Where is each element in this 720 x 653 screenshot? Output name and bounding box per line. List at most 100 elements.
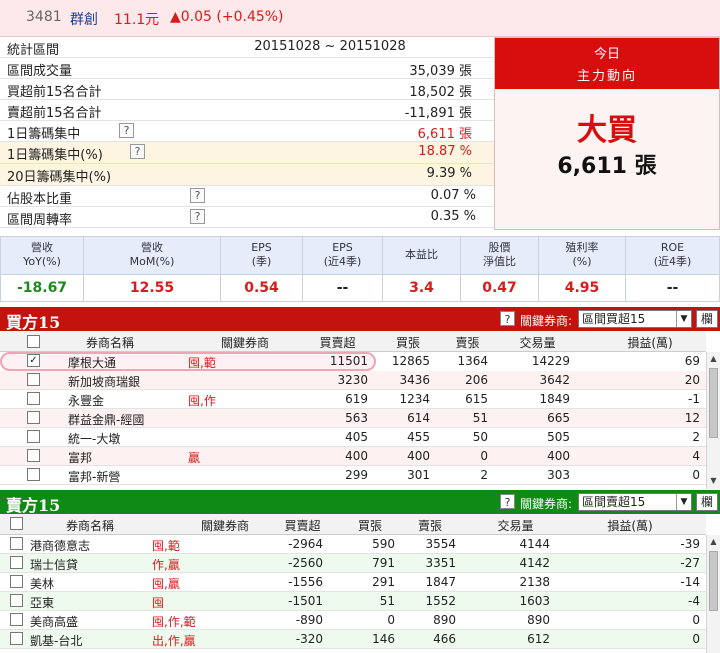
col-sell[interactable]: 賣張 (440, 334, 495, 351)
broker-name[interactable]: 富邦-新營 (68, 468, 120, 485)
col-net[interactable]: 買賣超 (300, 334, 375, 351)
profit-loss-value: -4 (688, 594, 700, 608)
main-force-direction-panel: 今日 主力動向 大買 6,611 張 (494, 37, 720, 230)
broker-name[interactable]: 統一-大墩 (68, 430, 120, 447)
column-settings-button[interactable]: 欄 (696, 310, 718, 328)
col-sell[interactable]: 賣張 (400, 517, 460, 534)
broker-name[interactable]: 凱基-台北 (30, 632, 82, 649)
metric-label: 本益比 (405, 248, 438, 261)
table-row[interactable]: 新加坡商瑞銀 3230 3436 206 3642 20 (0, 371, 706, 390)
row-checkbox[interactable] (10, 594, 23, 607)
metric-label: 營收 (31, 241, 53, 254)
table-row[interactable]: 凱基-台北 出,作,贏 -320 146 466 612 0 (0, 630, 706, 649)
help-icon[interactable]: ? (119, 123, 134, 138)
sell-value: 1847 (425, 575, 456, 589)
col-buy[interactable]: 買張 (340, 517, 400, 534)
select-all-checkbox[interactable] (27, 335, 40, 348)
col-broker[interactable]: 券商名稱 (40, 517, 140, 534)
help-icon[interactable]: ? (130, 144, 145, 159)
key-broker-tags: 囤 (152, 596, 165, 610)
table-row[interactable]: 美商高盛 囤,作,範 -890 0 890 890 0 (0, 611, 706, 630)
volume-value: 612 (527, 632, 550, 646)
broker-name[interactable]: 瑞士信貸 (30, 556, 78, 573)
table-row[interactable]: 富邦 贏 400 400 0 400 4 (0, 447, 706, 466)
sell-value: 0 (480, 449, 488, 463)
volume-value: 890 (527, 613, 550, 627)
buy-value: 1234 (399, 392, 430, 406)
scroll-thumb[interactable] (709, 368, 718, 438)
sell-value: 466 (433, 632, 456, 646)
help-icon[interactable]: ? (190, 188, 205, 203)
direction-title: 主力動向 (576, 69, 637, 84)
row-checkbox[interactable] (10, 632, 23, 645)
row-checkbox[interactable] (10, 613, 23, 626)
sell-range-select[interactable]: 區間賣超15 ▼ (578, 493, 692, 511)
volume-value: 665 (547, 411, 570, 425)
volume-value: 1603 (519, 594, 550, 608)
row-checkbox[interactable] (27, 373, 40, 386)
col-net[interactable]: 買賣超 (265, 517, 340, 534)
chevron-down-icon[interactable]: ▼ (676, 494, 691, 510)
table-row[interactable]: 群益金鼎-經國 563 614 51 665 12 (0, 409, 706, 428)
scroll-up-icon[interactable]: ▲ (707, 352, 720, 366)
stats-label: 1日籌碼集中(%) (7, 148, 103, 163)
col-buy[interactable]: 買張 (378, 334, 438, 351)
buy-scrollbar[interactable]: ▲ ▼ (706, 352, 720, 489)
metric-pb-ratio: 股價 淨值比 0.47 (461, 237, 539, 301)
scroll-thumb[interactable] (709, 551, 718, 611)
broker-name[interactable]: 摩根大通 (68, 354, 116, 371)
help-icon[interactable]: ? (500, 311, 515, 326)
broker-name[interactable]: 群益金鼎-經國 (68, 411, 144, 428)
stats-label: 買超前15名合計 (7, 85, 102, 100)
table-row[interactable]: ✓ 摩根大通 囤,範 11501 12865 1364 14229 69 (0, 352, 700, 371)
broker-name[interactable]: 美林 (30, 575, 54, 592)
col-profit-loss[interactable]: 損益(萬) (600, 334, 700, 351)
col-profit-loss[interactable]: 損益(萬) (580, 517, 680, 534)
key-broker-tags: 出,作,贏 (152, 634, 196, 648)
stats-row: 區間成交量 35,039 張 (0, 58, 494, 79)
chevron-down-icon[interactable]: ▼ (676, 311, 691, 327)
direction-today: 今日 (593, 47, 620, 62)
table-row[interactable]: 富邦-新營 299 301 2 303 0 (0, 466, 706, 485)
broker-name[interactable]: 富邦 (68, 449, 92, 466)
broker-name[interactable]: 永豐金 (68, 392, 104, 409)
col-volume[interactable]: 交易量 (500, 334, 575, 351)
col-broker[interactable]: 券商名稱 (60, 334, 160, 351)
stock-name[interactable]: 群創 (70, 9, 98, 29)
row-checkbox[interactable] (10, 556, 23, 569)
table-row[interactable]: 美林 囤,贏 -1556 291 1847 2138 -14 (0, 573, 706, 592)
row-checkbox[interactable] (27, 392, 40, 405)
row-checkbox[interactable] (10, 575, 23, 588)
buy-range-select[interactable]: 區間買超15 ▼ (578, 310, 692, 328)
table-row[interactable]: 永豐金 囤,作 619 1234 615 1849 -1 (0, 390, 706, 409)
broker-name[interactable]: 美商高盛 (30, 613, 78, 630)
col-key-broker[interactable]: 關鍵券商 (175, 517, 275, 534)
help-icon[interactable]: ? (500, 494, 515, 509)
scroll-up-icon[interactable]: ▲ (707, 535, 720, 549)
sell-scrollbar[interactable]: ▲ (706, 535, 720, 653)
row-checkbox[interactable] (10, 537, 23, 550)
row-checkbox[interactable] (27, 468, 40, 481)
volume-value: 1849 (539, 392, 570, 406)
broker-name[interactable]: 亞東 (30, 594, 54, 611)
col-volume[interactable]: 交易量 (478, 517, 553, 534)
row-checkbox[interactable] (27, 430, 40, 443)
col-key-broker[interactable]: 關鍵券商 (195, 334, 295, 351)
broker-name[interactable]: 新加坡商瑞銀 (68, 373, 140, 390)
row-checkbox[interactable] (27, 411, 40, 424)
column-settings-button[interactable]: 欄 (696, 493, 718, 511)
table-row[interactable]: 統一-大墩 405 455 50 505 2 (0, 428, 706, 447)
table-row[interactable]: 港商德意志 囤,範 -2964 590 3554 4144 -39 (0, 535, 706, 554)
profit-loss-value: 2 (692, 430, 700, 444)
broker-name[interactable]: 港商德意志 (30, 537, 90, 554)
scroll-down-icon[interactable]: ▼ (707, 474, 720, 488)
sell-value: 2 (480, 468, 488, 482)
stats-row: 佔股本比重 ? 0.07 % (0, 186, 494, 207)
help-icon[interactable]: ? (190, 209, 205, 224)
table-row[interactable]: 瑞士信貸 作,贏 -2560 791 3351 4142 -27 (0, 554, 706, 573)
select-all-checkbox[interactable] (10, 517, 23, 530)
sell-value: 890 (433, 613, 456, 627)
table-row[interactable]: 亞東 囤 -1501 51 1552 1603 -4 (0, 592, 706, 611)
row-checkbox[interactable] (27, 449, 40, 462)
row-checkbox[interactable]: ✓ (27, 354, 40, 367)
